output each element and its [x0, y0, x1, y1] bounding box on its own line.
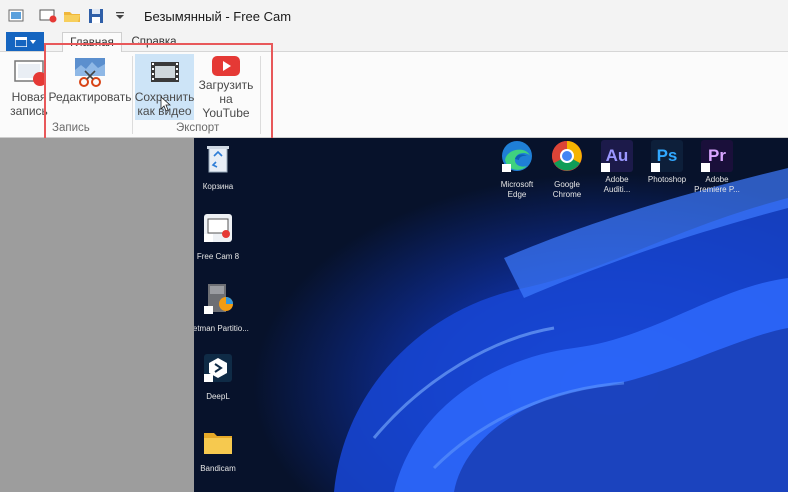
canvas-background — [0, 138, 194, 492]
desktop-preview: Корзина Free Cam 8 Hetman Partitio... De… — [194, 138, 788, 492]
shortcut-arrow-icon — [601, 163, 610, 172]
shortcut-arrow-icon — [651, 163, 660, 172]
desktop-icon-bandicam[interactable]: Bandicam — [194, 428, 249, 474]
desktop-icon-label: Adobe — [705, 175, 729, 184]
desktop-icon-hetman[interactable]: Hetman Partitio... — [194, 282, 249, 334]
desktop-icon-label: Google — [554, 180, 580, 189]
new-record-icon — [12, 54, 46, 90]
recycle-bin-icon — [204, 142, 232, 179]
freecam-app-icon — [202, 212, 234, 249]
desktop-icon-deepl[interactable]: DeepL — [194, 352, 249, 402]
quick-access-toolbar — [38, 6, 130, 26]
deepl-icon — [202, 352, 234, 389]
desktop-icon-label: Free Cam 8 — [196, 252, 240, 261]
desktop-icon-label: Edge — [507, 190, 527, 199]
edge-icon — [501, 140, 533, 177]
desktop-icon-label: Hetman Partitio... — [194, 324, 249, 333]
hetman-partition-icon — [202, 282, 234, 321]
premiere-pro-icon: Pr — [701, 140, 733, 172]
adobe-audition-icon: Au — [601, 140, 633, 172]
title-bar: Безымянный - Free Cam — [0, 0, 788, 32]
desktop-icon-label: Bandicam — [200, 464, 236, 473]
shortcut-arrow-icon — [701, 163, 710, 172]
desktop-icon-recycle-bin[interactable]: Корзина — [194, 142, 249, 192]
desktop-icon-label: Auditi... — [603, 185, 631, 194]
open-folder-icon[interactable] — [62, 6, 82, 26]
app-icon — [8, 8, 24, 24]
desktop-icon-label: Корзина — [202, 182, 234, 191]
premiere-badge-text: Pr — [708, 146, 726, 165]
window-title: Безымянный - Free Cam — [144, 8, 292, 24]
desktop-icon-label: DeepL — [206, 392, 230, 401]
folder-icon — [202, 428, 234, 461]
new-record-icon[interactable] — [38, 6, 58, 26]
desktop-icon-label: Microsoft — [500, 180, 534, 189]
save-icon[interactable] — [86, 6, 106, 26]
new-record-label-1: Новая — [11, 90, 47, 104]
chrome-icon — [551, 140, 583, 177]
customize-dropdown-icon[interactable] — [110, 6, 130, 26]
desktop-icon-label: Photoshop — [647, 175, 687, 184]
desktop-icon-label: Chrome — [552, 190, 582, 199]
desktop-icon-premiere[interactable]: Pr Adobe Premiere P... — [686, 140, 748, 195]
new-record-label-2: запись — [10, 104, 48, 118]
desktop-icon-label: Premiere P... — [694, 185, 740, 194]
file-menu-button[interactable] — [6, 32, 44, 51]
photoshop-icon: Ps — [651, 140, 683, 172]
desktop-icon-freecam[interactable]: Free Cam 8 — [194, 212, 249, 262]
desktop-icon-label: Adobe — [605, 175, 629, 184]
